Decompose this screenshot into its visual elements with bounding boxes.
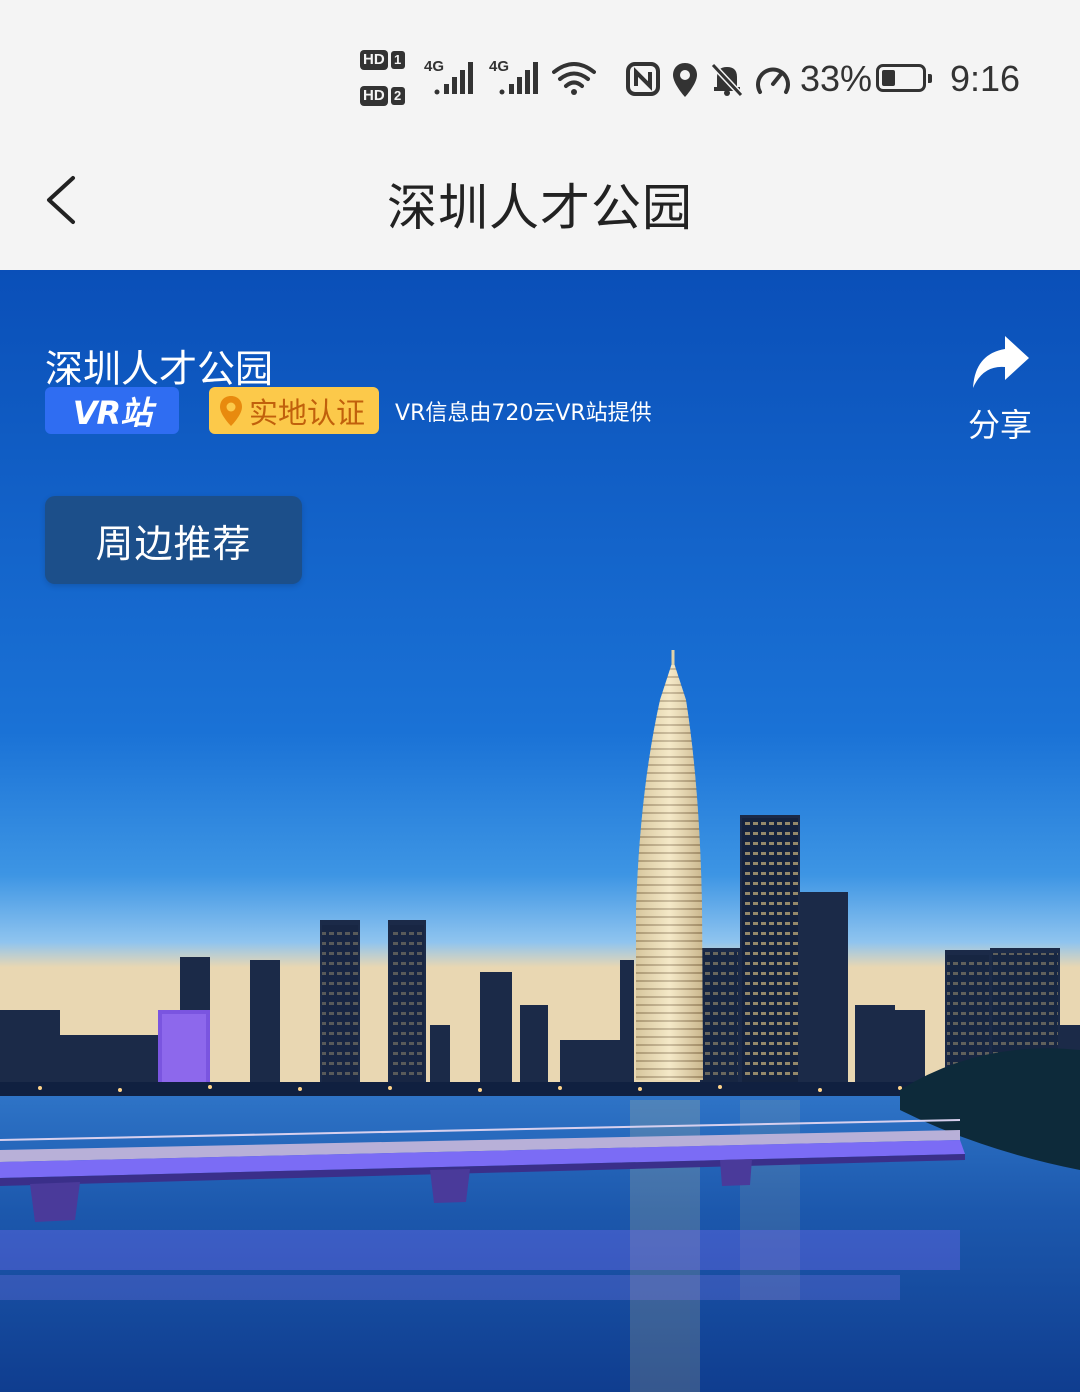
share-label: 分享 — [967, 406, 1032, 444]
share-button[interactable]: 分享 — [955, 332, 1045, 446]
mute-bell-icon — [710, 62, 744, 98]
hd-sim1-indicator: HD 1 — [360, 50, 405, 70]
hd-icon: HD — [360, 86, 388, 106]
sim1-icon: 1 — [390, 51, 405, 69]
battery-icon — [876, 64, 932, 92]
top-nav-bar: 深圳人才公园 — [0, 150, 1080, 270]
verified-badge[interactable]: 实地认证 — [209, 387, 380, 434]
page-title: 深圳人才公园 — [387, 179, 693, 237]
city-skyline-photo — [0, 270, 1080, 1392]
location-pin-icon — [220, 395, 242, 426]
battery-percent: 33% — [800, 58, 873, 99]
provider-note: VR信息由720云VR站提供 — [395, 400, 652, 426]
status-bar: HD 1 HD 2 4G 4G 33% 9:16 — [0, 0, 1080, 150]
nfc-icon — [626, 62, 660, 96]
hd-icon: HD — [360, 50, 388, 70]
share-arrow-icon — [973, 336, 1029, 388]
badge-row: VR站 实地认证 VR信息由720云VR站提供 — [45, 387, 652, 434]
hd-sim2-indicator: HD 2 — [360, 86, 405, 106]
location-icon — [673, 63, 697, 97]
wifi-icon — [552, 62, 596, 95]
verified-badge-label: 实地认证 — [249, 395, 366, 430]
sim2-icon: 2 — [390, 87, 405, 105]
vr-station-badge[interactable]: VR站 — [45, 387, 179, 434]
place-name: 深圳人才公园 — [45, 347, 274, 391]
speed-icon — [756, 67, 790, 94]
clock: 9:16 — [950, 58, 1021, 99]
hero-panorama[interactable]: 深圳人才公园 VR站 实地认证 VR信息由720云VR站提供 分享 周边推荐 — [0, 270, 1080, 1392]
nearby-recommend-button[interactable]: 周边推荐 — [45, 496, 302, 584]
